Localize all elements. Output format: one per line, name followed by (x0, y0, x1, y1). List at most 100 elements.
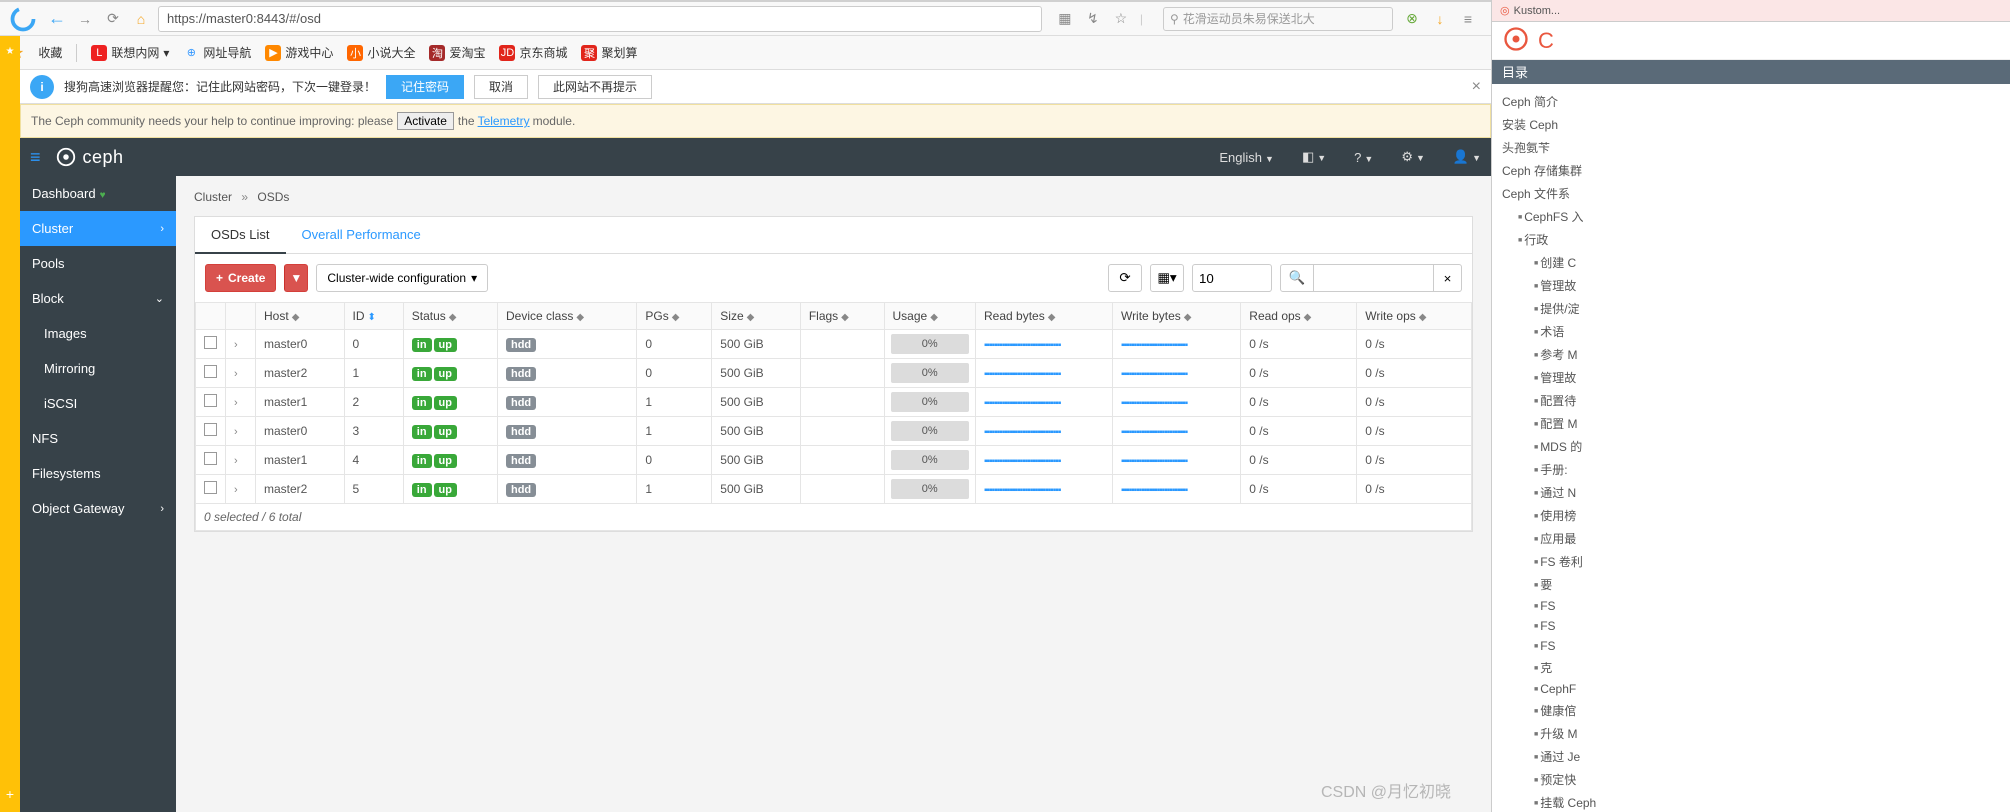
toc-item[interactable]: 配置 M (1492, 412, 2010, 435)
table-row[interactable]: › master0 0 inup hdd 0 500 GiB 0% ▪▪▪▪▪▪… (196, 330, 1472, 359)
toc-item[interactable]: 使用榜 (1492, 504, 2010, 527)
expand-icon[interactable]: › (234, 426, 238, 438)
columns-button[interactable]: ▦▾ (1150, 264, 1184, 292)
toc-item[interactable]: CephFS 入 (1492, 205, 2010, 228)
table-row[interactable]: › master0 3 inup hdd 1 500 GiB 0% ▪▪▪▪▪▪… (196, 417, 1472, 446)
reload-button[interactable]: ⟳ (102, 8, 124, 30)
row-checkbox[interactable] (204, 336, 217, 349)
expand-icon[interactable]: › (234, 339, 238, 351)
toc-item[interactable]: FS (1492, 636, 2010, 656)
table-row[interactable]: › master1 4 inup hdd 0 500 GiB 0% ▪▪▪▪▪▪… (196, 446, 1472, 475)
language-dropdown[interactable]: English▼ (1219, 150, 1274, 165)
toc-item[interactable]: 健康倌 (1492, 699, 2010, 722)
save-password-button[interactable]: 记住密码 (386, 75, 464, 99)
home-button[interactable]: ⌂ (130, 8, 152, 30)
toc-item[interactable]: 挂载 Ceph (1492, 791, 2010, 812)
sidebar-item-cluster[interactable]: Cluster› (20, 211, 176, 246)
grid-icon[interactable]: ▦ (1056, 10, 1074, 28)
sidebar-item-dashboard[interactable]: Dashboard♥ (20, 176, 176, 211)
table-search-input[interactable] (1314, 264, 1434, 292)
create-dropdown[interactable]: ▼ (284, 264, 308, 292)
bookmark-item[interactable]: ▶游戏中心 (265, 44, 333, 61)
sidebar-subitem-iscsi[interactable]: iSCSI (20, 386, 176, 421)
toc-item[interactable]: FS 卷利 (1492, 550, 2010, 573)
expand-icon[interactable]: › (234, 368, 238, 380)
toc-item[interactable]: 提供/淀 (1492, 297, 2010, 320)
sidebar-item-filesystems[interactable]: Filesystems (20, 456, 176, 491)
toc-item[interactable]: 头孢氨苄 (1492, 136, 2010, 159)
toc-item[interactable]: Ceph 简介 (1492, 90, 2010, 113)
toc-item[interactable]: 要 (1492, 573, 2010, 596)
strip-star-icon[interactable]: ★ (0, 46, 20, 57)
col-id[interactable]: ID⬍ (344, 303, 403, 330)
toc-item[interactable]: Ceph 存储集群 (1492, 159, 2010, 182)
page-size-input[interactable] (1192, 264, 1272, 292)
table-row[interactable]: › master1 2 inup hdd 1 500 GiB 0% ▪▪▪▪▪▪… (196, 388, 1472, 417)
toc-item[interactable]: 手册: (1492, 458, 2010, 481)
activate-button[interactable]: Activate (397, 112, 454, 130)
star-icon[interactable]: ☆ (1112, 10, 1130, 28)
toc-item[interactable]: MDS 的 (1492, 435, 2010, 458)
back-button[interactable]: ← (46, 8, 68, 30)
toc-item[interactable]: CephF (1492, 679, 2010, 699)
cluster-config-dropdown[interactable]: Cluster-wide configuration ▾ (316, 264, 488, 292)
col-read-ops[interactable]: Read ops◆ (1241, 303, 1357, 330)
refresh-button[interactable]: ⟳ (1108, 264, 1142, 292)
bookmark-item[interactable]: 淘爱淘宝 (429, 44, 485, 61)
settings-icon[interactable]: ⚙▼ (1401, 149, 1425, 165)
user-icon[interactable]: 👤▼ (1453, 149, 1481, 165)
sidebar-item-pools[interactable]: Pools (20, 246, 176, 281)
menu-icon[interactable]: ≡ (1459, 10, 1477, 28)
flash-icon[interactable]: ↯ (1084, 10, 1102, 28)
never-prompt-button[interactable]: 此网站不再提示 (538, 75, 652, 99)
clear-search-button[interactable]: × (1434, 264, 1462, 292)
hamburger-icon[interactable]: ≡ (30, 147, 41, 168)
row-checkbox[interactable] (204, 452, 217, 465)
tab-osds-list[interactable]: OSDs List (195, 217, 286, 254)
bookmark-item[interactable]: JD京东商城 (499, 44, 567, 61)
bookmark-item[interactable]: L联想内网 ▾ (91, 44, 169, 61)
sidebar-item-object-gateway[interactable]: Object Gateway› (20, 491, 176, 526)
tasks-icon[interactable]: ◧▼ (1302, 149, 1326, 165)
toc-item[interactable]: 安装 Ceph (1492, 113, 2010, 136)
col-pgs[interactable]: PGs◆ (637, 303, 712, 330)
toc-item[interactable]: 克 (1492, 656, 2010, 679)
toc-item[interactable]: 预定快 (1492, 768, 2010, 791)
bookmark-item[interactable]: 聚聚划算 (581, 44, 637, 61)
toc-item[interactable]: 管理故 (1492, 366, 2010, 389)
col-write-bytes[interactable]: Write bytes◆ (1112, 303, 1240, 330)
telemetry-link[interactable]: Telemetry (478, 114, 530, 128)
expand-icon[interactable]: › (234, 397, 238, 409)
row-checkbox[interactable] (204, 481, 217, 494)
bookmark-item[interactable]: ⊕网址导航 (183, 44, 251, 61)
toc-item[interactable]: 管理故 (1492, 274, 2010, 297)
sidebar-subitem-images[interactable]: Images (20, 316, 176, 351)
url-input[interactable]: https://master0:8443/#/osd (158, 6, 1042, 32)
col-write-ops[interactable]: Write ops◆ (1357, 303, 1472, 330)
row-checkbox[interactable] (204, 394, 217, 407)
col-host[interactable]: Host◆ (256, 303, 345, 330)
toc-item[interactable]: FS (1492, 596, 2010, 616)
col-flags[interactable]: Flags◆ (800, 303, 884, 330)
row-checkbox[interactable] (204, 423, 217, 436)
create-button[interactable]: +Create (205, 264, 276, 292)
toc-item[interactable]: 创建 C (1492, 251, 2010, 274)
tab-overall-performance[interactable]: Overall Performance (286, 217, 437, 253)
col-size[interactable]: Size◆ (712, 303, 801, 330)
table-row[interactable]: › master2 5 inup hdd 1 500 GiB 0% ▪▪▪▪▪▪… (196, 475, 1472, 504)
toc-item[interactable]: 通过 N (1492, 481, 2010, 504)
toc-item[interactable]: 术语 (1492, 320, 2010, 343)
row-checkbox[interactable] (204, 365, 217, 378)
sidebar-subitem-mirroring[interactable]: Mirroring (20, 351, 176, 386)
translate-icon[interactable]: ⊗ (1403, 10, 1421, 28)
expand-icon[interactable]: › (234, 455, 238, 467)
col-read-bytes[interactable]: Read bytes◆ (976, 303, 1113, 330)
close-icon[interactable]: × (1472, 78, 1481, 96)
toc-item[interactable]: 行政 (1492, 228, 2010, 251)
help-icon[interactable]: ?▼ (1354, 150, 1373, 165)
toc-item[interactable]: 升级 M (1492, 722, 2010, 745)
toc-item[interactable]: 参考 M (1492, 343, 2010, 366)
bookmark-item[interactable]: 小小说大全 (347, 44, 415, 61)
strip-plus-icon[interactable]: + (0, 786, 20, 802)
sidebar-item-nfs[interactable]: NFS (20, 421, 176, 456)
